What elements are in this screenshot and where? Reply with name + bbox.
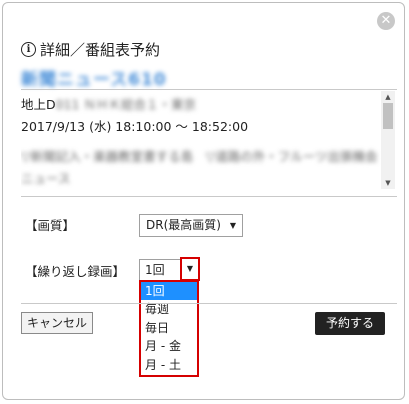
channel-prefix: 地上D xyxy=(21,97,56,112)
scroll-thumb[interactable] xyxy=(383,103,393,129)
chevron-down-icon: ▼ xyxy=(229,221,236,230)
quality-value: DR(最高画質) xyxy=(146,218,221,232)
info-icon: i xyxy=(21,41,36,57)
repeat-option[interactable]: 月 - 土 xyxy=(141,356,197,374)
divider xyxy=(21,303,397,304)
program-description: ▽新聞記入・楽器教室書する島 ▽道路の外・フルーツ出張機会たち xyxy=(21,149,377,164)
reserve-button[interactable]: 予約する xyxy=(315,312,385,335)
repeat-label: 【繰り返し録画】 xyxy=(25,264,126,279)
scroll-down-icon[interactable]: ▼ xyxy=(381,177,395,189)
chevron-down-icon: ▼ xyxy=(186,264,194,273)
quality-select[interactable]: DR(最高画質) ▼ xyxy=(139,214,243,237)
quality-label: 【画質】 xyxy=(25,218,76,233)
repeat-option[interactable]: 毎日 xyxy=(141,319,197,337)
details-scrollbar[interactable]: ▲ ▼ xyxy=(381,91,395,189)
dialog-header: i 詳細／番組表予約 xyxy=(21,39,160,59)
scroll-up-icon[interactable]: ▲ xyxy=(381,91,395,103)
divider xyxy=(21,89,397,90)
repeat-options-list: 1回 毎週 毎日 月 - 金 月 - 土 xyxy=(139,280,199,377)
close-icon[interactable]: ✕ xyxy=(377,12,395,30)
divider xyxy=(21,196,397,197)
repeat-option[interactable]: 1回 xyxy=(141,282,197,301)
program-details: 地上D011 ＮＨＫ総合１・東京 2017/9/13 (水) 18:10:00 … xyxy=(21,91,397,189)
program-name: 新聞ニュース610 xyxy=(21,70,167,90)
channel-line: 地上D011 ＮＨＫ総合１・東京 xyxy=(21,94,377,116)
program-description-2: ニュース xyxy=(21,171,71,186)
repeat-value: 1回 xyxy=(145,263,165,277)
repeat-option[interactable]: 月 - 金 xyxy=(141,337,197,355)
channel-name: 011 ＮＨＫ総合１・東京 xyxy=(55,97,196,112)
repeat-dropdown-toggle[interactable]: ▼ xyxy=(180,257,200,281)
broadcast-datetime: 2017/9/13 (水) 18:10:00 ～ 18:52:00 xyxy=(21,119,249,134)
reservation-dialog: ✕ i 詳細／番組表予約 新聞ニュース610 地上D011 ＮＨＫ総合１・東京 … xyxy=(2,2,405,400)
details-text: 地上D011 ＮＨＫ総合１・東京 2017/9/13 (水) 18:10:00 … xyxy=(21,91,377,189)
cancel-button[interactable]: キャンセル xyxy=(21,312,93,334)
dialog-title: 詳細／番組表予約 xyxy=(40,40,161,59)
